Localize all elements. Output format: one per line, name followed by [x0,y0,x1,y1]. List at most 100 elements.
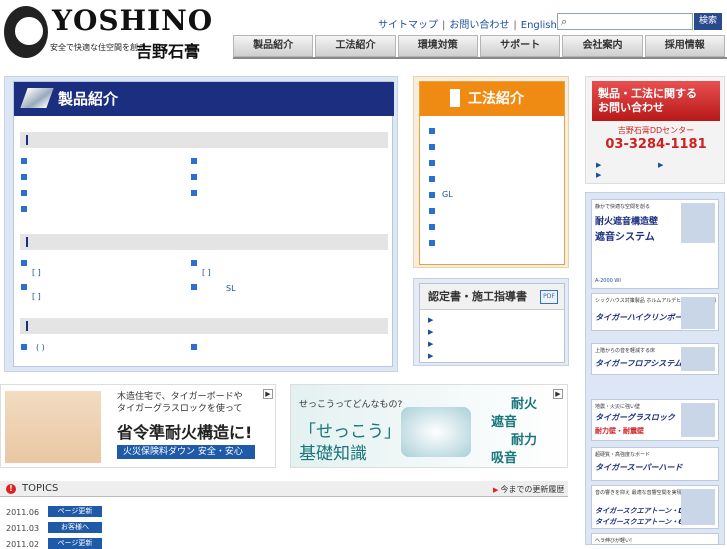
search-button[interactable]: 検索 [694,13,722,30]
book-icon [20,88,54,108]
product-title[interactable]: 製品紹介 [14,82,394,116]
banner-headline: 省令準耐火構造に! [117,423,253,442]
feature-label: 遮音 [491,415,518,430]
nav-support[interactable]: サポート [479,35,561,57]
fireproof-banner[interactable]: 木造住宅で、タイガーボードや タイガーグラスロックを使って 省令準耐火構造に! 火… [0,384,276,468]
product-link-bullet[interactable] [191,344,197,350]
banner-subline: 火災保険料ダウン 安全・安心 [117,445,255,459]
certificate-link-bullet[interactable]: ▶ [428,352,433,360]
tiger-brand-logo-icon[interactable] [4,6,48,58]
contact-link[interactable]: お問い合わせ [449,20,509,31]
certificate-link-bullet[interactable]: ▶ [428,340,433,348]
side-banner[interactable]: 地震・火災に強い壁 タイガーグラスロック 耐力壁・耐震壁 [591,399,719,441]
product-link-label[interactable]: [ ] [202,268,211,277]
room-photo [5,391,101,463]
feature-label: 吸音 [491,451,518,466]
product-link-bullet[interactable] [21,260,27,266]
construction-link-bullet[interactable] [429,208,435,214]
side-banner[interactable]: 上階からの音を軽減する床 タイガーフロアシステム [591,343,719,375]
logo-wordmark[interactable]: YOSHINO [52,6,213,36]
nav-construction[interactable]: 工法紹介 [315,35,396,57]
certificate-link-bullet[interactable]: ▶ [428,328,433,336]
construction-link-bullet[interactable] [429,144,435,150]
product-panel: 製品紹介 [ ] [ ] [ ] SL ( ) [4,76,398,372]
feature-label: 耐力 [511,433,538,448]
nav-products[interactable]: 製品紹介 [233,35,314,57]
product-link-bullet[interactable] [191,158,197,164]
news-date: 2011.06 [6,508,40,517]
construction-title[interactable]: 工法紹介 [420,82,564,116]
news-tag[interactable]: ページ更新 [48,506,102,517]
construction-link-bullet[interactable] [429,240,435,246]
product-link-label[interactable]: [ ] [32,268,41,277]
building-icon [448,87,462,109]
product-link-bullet[interactable] [21,344,27,350]
banner-line2: 基礎知識 [299,444,367,464]
product-panel-inner: 製品紹介 [ ] [ ] [ ] SL ( ) [13,81,394,367]
banner-question: せっこうってどんなもの? [299,400,403,410]
english-link[interactable]: English [521,20,557,31]
product-link-bullet[interactable] [191,260,197,266]
contact-link-bullet[interactable]: ▶ [596,171,601,179]
banner-image [681,403,715,437]
nav-environment[interactable]: 環境対策 [397,35,478,57]
product-link-label[interactable]: [ ] [32,292,41,301]
product-link-bullet[interactable] [21,284,27,290]
feature-label: 耐火 [511,397,538,412]
topics-title: TOPICS [22,483,59,494]
banner-image [681,347,715,371]
side-banner[interactable]: 静かで快適な空間を創る 耐火遮音構造壁 遮音システム A-2000 WI [591,199,719,289]
product-section-header [20,234,388,250]
product-link-label[interactable]: SL [226,284,236,293]
side-banner-list: 静かで快適な空間を創る 耐火遮音構造壁 遮音システム A-2000 WI シック… [585,192,725,545]
side-banner[interactable]: ヘラ伸びが軽い! [591,533,719,545]
construction-link-bullet[interactable] [429,128,435,134]
contact-banner[interactable]: 製品・工法に関する お問い合わせ [592,81,720,121]
nav-recruit[interactable]: 採用情報 [644,35,725,57]
construction-link-bullet[interactable] [429,160,435,166]
pdf-icon: PDF [540,290,558,304]
sitemap-link[interactable]: サイトマップ [378,20,438,31]
product-link-bullet[interactable] [191,190,197,196]
product-link-bullet[interactable] [191,284,197,290]
arrow-right-icon: ▶ [553,389,563,399]
nav-company[interactable]: 会社案内 [562,35,643,57]
certificate-panel-inner: 認定書・施工指導書 PDF ▶ ▶ ▶ ▶ [419,283,565,363]
news-date: 2011.03 [6,524,40,533]
construction-link-label[interactable]: GL [442,190,453,199]
news-tag[interactable]: お客様へ [48,522,102,533]
certificate-link-bullet[interactable]: ▶ [428,316,433,324]
search-input[interactable]: ⌕ [557,13,693,30]
construction-panel: 工法紹介 GL [413,76,569,268]
topics-history-link[interactable]: 今までの更新履歴 [493,484,564,495]
gypsum-basics-banner[interactable]: せっこうってどんなもの? 「せっこう」 基礎知識 耐火 遮音 耐力 吸音 ▶ [290,384,568,468]
search-icon: ⌕ [561,15,568,28]
arrow-right-icon: ▶ [263,389,273,399]
logo-tagline: 安全で快適な住空間を創る [50,43,146,52]
side-banner[interactable]: 音の響きを抑え 最適な音響空間を実現 タイガースクエアトーン・D タイガースクエ… [591,485,719,529]
construction-link-bullet[interactable] [429,224,435,230]
product-link-bullet[interactable] [21,158,27,164]
certificate-panel: 認定書・施工指導書 PDF ▶ ▶ ▶ ▶ [413,278,569,366]
product-link-bullet[interactable] [191,174,197,180]
product-section-header [20,132,388,148]
side-banner[interactable]: シックハウス対策製品 ホルムアルデヒドを吸収・分解 タイガーハイクリンボード [591,293,719,331]
construction-link-bullet[interactable] [429,176,435,182]
product-link-bullet[interactable] [21,190,27,196]
contact-link-bullet[interactable]: ▶ [596,161,601,169]
construction-panel-inner: 工法紹介 GL [419,81,565,265]
contact-center-name: 吉野石膏DDセンター [617,126,695,135]
product-link-label[interactable]: ( ) [36,343,45,352]
side-banner[interactable]: 超硬質・高強度なボード タイガースーパーハード [591,447,719,481]
construction-link-bullet[interactable] [429,192,435,198]
product-link-bullet[interactable] [21,206,27,212]
product-link-bullet[interactable] [21,174,27,180]
site-header: YOSHINO 安全で快適な住空間を創る 吉野石膏 サイトマップ | お問い合わせ |… [0,0,727,64]
contact-link-bullet[interactable]: ▶ [658,161,663,169]
news-tag[interactable]: ページ更新 [48,538,102,549]
topics-header: ! TOPICS 今までの更新履歴 [0,481,568,497]
utility-nav: サイトマップ | お問い合わせ | English [378,20,557,31]
contact-panel: 製品・工法に関する お問い合わせ 吉野石膏DDセンター 03-3284-1181… [585,76,725,184]
gypsum-crystal-image [401,407,471,457]
nav-underline [233,57,727,59]
